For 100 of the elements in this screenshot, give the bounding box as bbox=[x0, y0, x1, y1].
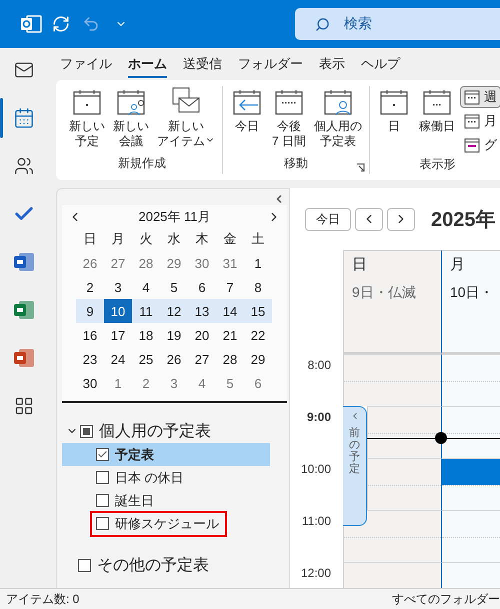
ribbon-button[interactable]: 日 bbox=[374, 86, 414, 156]
hour-label: 8:00 bbox=[306, 357, 332, 374]
menu-tab[interactable]: ファイル bbox=[52, 55, 120, 78]
today-button[interactable]: 今日 bbox=[305, 208, 351, 230]
calendar-day[interactable]: 31 bbox=[216, 251, 244, 275]
apps-icon[interactable] bbox=[14, 396, 34, 416]
calendar-icon bbox=[422, 87, 452, 117]
calendar-day[interactable]: 27 bbox=[104, 251, 132, 275]
calendar-day[interactable]: 9 bbox=[76, 299, 104, 323]
checkbox[interactable] bbox=[96, 448, 109, 461]
calendar-day[interactable]: 5 bbox=[160, 275, 188, 299]
calendar-day[interactable]: 10 bbox=[104, 299, 132, 323]
calendar-list-item[interactable]: 誕生日 bbox=[62, 489, 270, 512]
calendar-day[interactable]: 13 bbox=[188, 299, 216, 323]
calendar-icon bbox=[72, 87, 102, 117]
calendar-day[interactable]: 15 bbox=[244, 299, 272, 323]
ribbon-button[interactable]: 稼働日 bbox=[416, 86, 458, 156]
sync-icon[interactable] bbox=[52, 15, 70, 33]
calendar-day[interactable]: 8 bbox=[244, 275, 272, 299]
dialog-launcher-icon[interactable] bbox=[356, 163, 366, 172]
calendar-day[interactable]: 30 bbox=[76, 371, 104, 395]
calendar-day[interactable]: 28 bbox=[132, 251, 160, 275]
group-label: その他の予定表 bbox=[97, 556, 209, 576]
calendar-day[interactable]: 5 bbox=[216, 371, 244, 395]
next-button[interactable] bbox=[387, 208, 415, 230]
calendar-day[interactable]: 4 bbox=[132, 275, 160, 299]
weekday-label: 木 bbox=[194, 230, 210, 248]
checkbox[interactable] bbox=[96, 517, 109, 530]
hour-label: 12:00 bbox=[300, 565, 332, 582]
calendar-icon bbox=[464, 89, 480, 105]
calendar-day[interactable]: 18 bbox=[132, 323, 160, 347]
checkbox[interactable] bbox=[96, 494, 109, 507]
menu-tab[interactable]: 送受信 bbox=[175, 55, 230, 78]
menu-tab[interactable]: ホーム bbox=[120, 55, 175, 78]
group-checkbox[interactable] bbox=[78, 558, 91, 572]
calendar-list-item[interactable]: 予定表 bbox=[62, 443, 270, 466]
ribbon-button[interactable]: 個人用の 予定表 bbox=[311, 86, 366, 155]
ribbon-button[interactable]: 月 bbox=[460, 110, 500, 132]
calendar-day[interactable]: 12 bbox=[160, 299, 188, 323]
calendar-icon[interactable] bbox=[13, 107, 35, 129]
calendar-day[interactable]: 4 bbox=[188, 371, 216, 395]
mail-icon[interactable] bbox=[14, 60, 34, 80]
calendar-day[interactable]: 14 bbox=[216, 299, 244, 323]
calendar-person-icon bbox=[323, 87, 354, 117]
ribbon-button[interactable]: 週 bbox=[460, 86, 500, 108]
calendar-day[interactable]: 3 bbox=[160, 371, 188, 395]
calendar-day[interactable]: 26 bbox=[76, 251, 104, 275]
group-label: 新規作成 bbox=[118, 155, 166, 172]
calendar-day[interactable]: 16 bbox=[76, 323, 104, 347]
calendar-day[interactable]: 20 bbox=[188, 323, 216, 347]
checkbox[interactable] bbox=[96, 471, 109, 484]
calendar-day[interactable]: 30 bbox=[188, 251, 216, 275]
ribbon-button[interactable]: 新しい 予定 bbox=[66, 86, 108, 155]
calendar-day[interactable]: 1 bbox=[104, 371, 132, 395]
menu-tab[interactable]: ヘルプ bbox=[353, 55, 408, 78]
weekday-label: 日 bbox=[82, 230, 98, 248]
calendar-list-item[interactable]: 日本 の休日 bbox=[62, 466, 270, 489]
calendar-day[interactable]: 29 bbox=[160, 251, 188, 275]
previous-appointment-tab[interactable]: 前の予定 bbox=[343, 406, 367, 526]
time-slot[interactable] bbox=[441, 458, 500, 510]
calendar-day[interactable]: 19 bbox=[160, 323, 188, 347]
calendar-icon bbox=[274, 87, 304, 117]
status-text: すべてのフォルダー bbox=[392, 590, 500, 608]
group-checkbox[interactable] bbox=[80, 424, 93, 438]
group-label: 個人用の予定表 bbox=[99, 422, 211, 442]
ribbon-button[interactable]: 今日 bbox=[227, 86, 267, 155]
calendar-day[interactable]: 3 bbox=[104, 275, 132, 299]
calendar-day[interactable]: 22 bbox=[244, 323, 272, 347]
calendar-day[interactable]: 29 bbox=[244, 347, 272, 371]
ribbon-button[interactable]: グ bbox=[460, 134, 500, 156]
calendar-day[interactable]: 6 bbox=[244, 371, 272, 395]
calendar-day[interactable]: 2 bbox=[76, 275, 104, 299]
calendar-day[interactable]: 1 bbox=[244, 251, 272, 275]
calendar-day[interactable]: 17 bbox=[104, 323, 132, 347]
calendar-day[interactable]: 11 bbox=[132, 299, 160, 323]
ribbon-button[interactable]: 新しい 会議 bbox=[110, 86, 152, 155]
item-count: アイテム数: 0 bbox=[6, 590, 80, 608]
people-icon[interactable] bbox=[14, 156, 34, 176]
calendar-day[interactable]: 26 bbox=[160, 347, 188, 371]
calendar-icon bbox=[464, 113, 480, 129]
calendar-day[interactable]: 2 bbox=[132, 371, 160, 395]
weekday-label: 土 bbox=[250, 230, 266, 248]
calendar-day[interactable]: 24 bbox=[104, 347, 132, 371]
calendar-day[interactable]: 7 bbox=[216, 275, 244, 299]
previous-button[interactable] bbox=[355, 208, 383, 230]
weekday-label: 水 bbox=[166, 230, 182, 248]
calendar-day[interactable]: 6 bbox=[188, 275, 216, 299]
calendar-day[interactable]: 23 bbox=[76, 347, 104, 371]
app-logo-icon[interactable] bbox=[20, 14, 42, 34]
ribbon-button[interactable]: 今後 7 日間 bbox=[269, 86, 310, 155]
search-field[interactable]: 検索 bbox=[295, 8, 500, 40]
calendar-day[interactable]: 21 bbox=[216, 323, 244, 347]
weekday-label: 火 bbox=[138, 230, 154, 248]
calendar-day[interactable]: 25 bbox=[132, 347, 160, 371]
ribbon-button[interactable]: 新しい アイテム bbox=[154, 86, 218, 155]
menu-tab[interactable]: フォルダー bbox=[230, 55, 311, 78]
calendar-arrow-icon bbox=[232, 87, 262, 117]
calendar-day[interactable]: 27 bbox=[188, 347, 216, 371]
menu-tab[interactable]: 表示 bbox=[311, 55, 353, 78]
calendar-day[interactable]: 28 bbox=[216, 347, 244, 371]
